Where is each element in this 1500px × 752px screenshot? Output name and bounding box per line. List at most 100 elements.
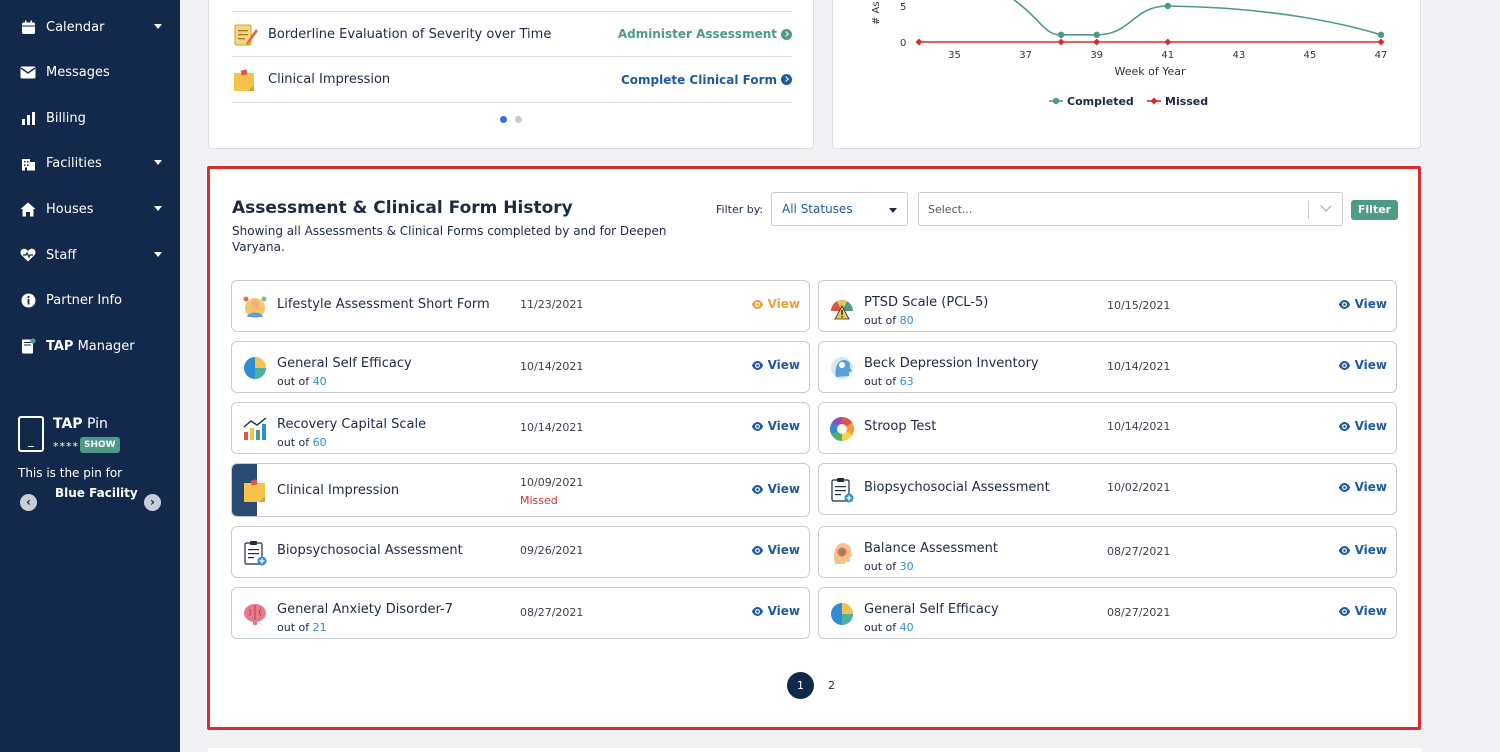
eye-icon (1338, 606, 1350, 616)
pie-chart-icon (241, 354, 269, 382)
view-button[interactable]: View (751, 482, 800, 496)
y-tick-label: 0 (900, 38, 906, 49)
assessment-select[interactable]: Select... (918, 192, 1343, 226)
eye-icon (751, 606, 763, 616)
heart-icon (19, 246, 37, 264)
view-button[interactable]: View (751, 358, 800, 372)
info-icon (19, 291, 37, 309)
view-button[interactable]: View (751, 543, 800, 557)
assessment-name: PTSD Scale (PCL-5) (864, 295, 989, 310)
status-select-value: All Statuses (782, 202, 853, 216)
next-facility-button[interactable]: › (144, 494, 161, 511)
history-item: Biopsychosocial Assessment 10/02/2021 View (818, 463, 1397, 515)
legend-marker (1052, 97, 1060, 105)
completion-date: 10/09/2021 (520, 476, 584, 489)
tablet-icon (18, 416, 44, 452)
eye-icon (751, 421, 763, 431)
facility-name: Blue Facility (55, 486, 138, 500)
assessment-name: General Self Efficacy (864, 602, 999, 617)
sidebar-item-messages[interactable]: Messages (0, 57, 180, 87)
history-item: Clinical Impression 10/09/2021 Missed View (231, 463, 810, 517)
chevron-down-icon (154, 24, 162, 29)
lifestyle-icon (241, 293, 269, 321)
house-icon (19, 200, 37, 218)
history-item: Biopsychosocial Assessment 09/26/2021 View (231, 526, 810, 578)
status-select[interactable]: All Statuses (771, 192, 908, 226)
chevron-down-icon (154, 252, 162, 257)
divider (1308, 201, 1309, 219)
filter-label: Filter by: (716, 203, 764, 216)
chevron-down-icon (889, 208, 897, 213)
view-button[interactable]: View (751, 297, 800, 311)
assessment-name: Clinical Impression (268, 72, 391, 87)
score-max: out of 40 (277, 375, 327, 388)
sidebar-item-label: Staff (46, 247, 77, 263)
eye-icon (751, 484, 763, 494)
assessment-name: Biopsychosocial Assessment (277, 543, 463, 558)
legend-marker (1150, 97, 1158, 105)
list-item: Borderline Evaluation of Severity over T… (232, 11, 792, 57)
data-point-missed (1057, 38, 1065, 46)
view-button[interactable]: View (1338, 543, 1387, 557)
previous-facility-button[interactable]: ‹ (20, 494, 37, 511)
page-button-2[interactable]: 2 (818, 672, 845, 699)
completion-date: 10/14/2021 (520, 421, 584, 434)
page-button-1[interactable]: 1 (787, 672, 814, 699)
series-line-completed (1012, 0, 1382, 36)
x-axis-label: Week of Year (1114, 65, 1185, 78)
administer-assessment-link[interactable]: Administer Assessment (618, 27, 792, 41)
carousel-dot[interactable] (515, 116, 522, 123)
filter-button[interactable]: Filter (1351, 200, 1398, 220)
view-button[interactable]: View (1338, 358, 1387, 372)
brain-icon (241, 600, 269, 628)
completion-date: 09/26/2021 (520, 544, 584, 557)
score-max: out of 80 (864, 314, 914, 327)
sidebar-item-staff[interactable]: Staff (0, 240, 180, 270)
arrow-circle-right-icon (781, 28, 792, 40)
show-pin-button[interactable]: SHOW (80, 437, 120, 453)
history-item: General Self Efficacy out of 40 08/27/2021… (818, 587, 1397, 639)
sidebar-item-houses[interactable]: Houses (0, 194, 180, 224)
completion-date: 08/27/2021 (1107, 545, 1171, 558)
view-button[interactable]: View (1338, 419, 1387, 433)
carousel-dot[interactable] (500, 116, 507, 123)
x-tick-label: 41 (1161, 50, 1174, 61)
sticky-note-icon (232, 67, 258, 93)
legend-label: Missed (1165, 95, 1208, 108)
view-button[interactable]: View (1338, 297, 1387, 311)
sidebar-item-partner-info[interactable]: Partner Info (0, 285, 180, 315)
completion-date: 11/23/2021 (520, 298, 584, 311)
sticky-note-icon (241, 477, 269, 505)
eye-icon (1338, 421, 1350, 431)
view-button[interactable]: View (1338, 604, 1387, 618)
carousel-dots (500, 116, 522, 123)
assessment-name: Biopsychosocial Assessment (864, 480, 1050, 495)
eye-icon (1338, 482, 1350, 492)
sidebar-item-calendar[interactable]: Calendar (0, 12, 180, 42)
sidebar-item-facilities[interactable]: Facilities (0, 148, 180, 178)
data-point-missed (1377, 38, 1385, 46)
complete-clinical-form-link[interactable]: Complete Clinical Form (621, 73, 792, 87)
assessment-name: Lifestyle Assessment Short Form (277, 297, 490, 312)
x-tick-label: 37 (1019, 50, 1032, 61)
history-item: General Self Efficacy out of 40 10/14/2021… (231, 341, 810, 393)
calendar-icon (19, 18, 37, 36)
sidebar-item-tap-manager[interactable]: TAP Manager (0, 331, 180, 361)
sidebar: Calendar Messages Billing Facilities Hou… (0, 0, 180, 752)
next-card-edge (208, 748, 1422, 752)
view-button[interactable]: View (751, 604, 800, 618)
x-tick-label: 47 (1375, 50, 1388, 61)
view-button[interactable]: View (1338, 480, 1387, 494)
sidebar-item-label: Houses (46, 201, 94, 217)
score-max: out of 60 (277, 436, 327, 449)
list-item: Clinical Impression Complete Clinical Fo… (232, 57, 792, 103)
x-tick-label: 43 (1232, 50, 1245, 61)
missed-status: Missed (520, 494, 558, 507)
assessment-name: Borderline Evaluation of Severity over T… (268, 26, 552, 42)
x-tick-label: 45 (1304, 50, 1317, 61)
data-point-completed (1164, 2, 1171, 10)
sidebar-item-billing[interactable]: Billing (0, 103, 180, 133)
view-button[interactable]: View (751, 419, 800, 433)
chevron-down-icon[interactable] (1320, 200, 1332, 212)
pin-masked: **** (53, 440, 79, 453)
